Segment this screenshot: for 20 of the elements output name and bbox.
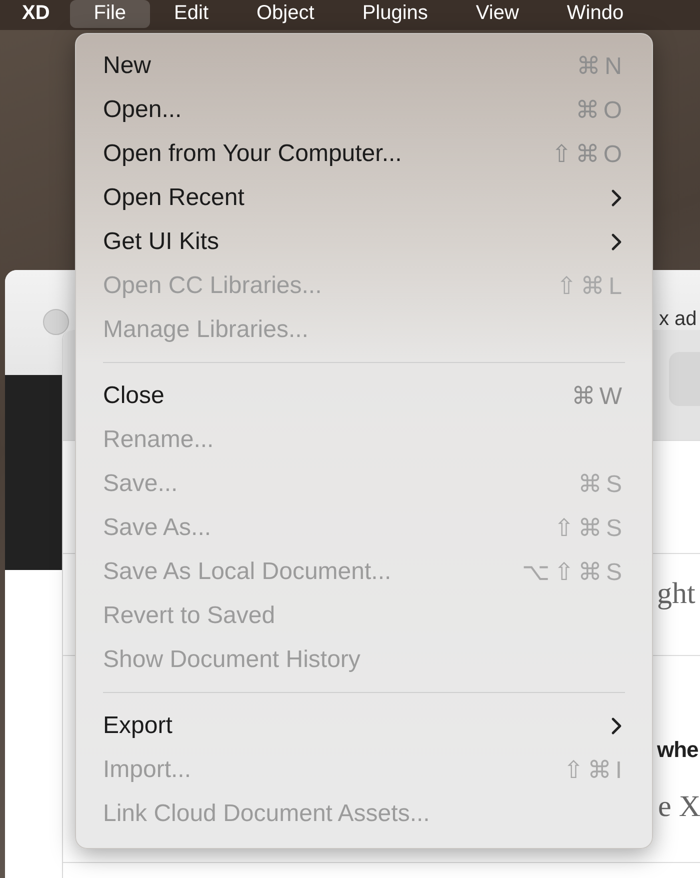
- menu-item[interactable]: Get UI Kits: [76, 220, 652, 264]
- menu-item[interactable]: Export: [76, 704, 652, 748]
- body-text: e X: [658, 790, 700, 824]
- menu-bar-item[interactable]: Plugins: [338, 0, 452, 28]
- heading-text: whe: [657, 737, 698, 763]
- menu-bar-item[interactable]: Edit: [150, 0, 232, 28]
- menu-bar-item[interactable]: View: [452, 0, 543, 28]
- menu-bar-item[interactable]: Object: [232, 0, 338, 28]
- chevron-right-icon: [610, 717, 622, 735]
- menu-bar-item[interactable]: Windo: [542, 0, 648, 28]
- menu-item[interactable]: Close ⌘W: [76, 374, 652, 418]
- menu-item[interactable]: Open from Your Computer... ⇧⌘O: [76, 132, 652, 176]
- tab-title: x ad: [659, 308, 697, 331]
- body-text: ght: [657, 577, 696, 611]
- menu-item[interactable]: Open... ⌘O: [76, 88, 652, 132]
- menu-item[interactable]: Open Recent: [76, 176, 652, 220]
- app-menu[interactable]: XD: [0, 0, 70, 28]
- chevron-right-icon: [610, 233, 622, 251]
- chevron-right-icon: [610, 189, 622, 207]
- menu-bar-item[interactable]: File: [70, 0, 150, 28]
